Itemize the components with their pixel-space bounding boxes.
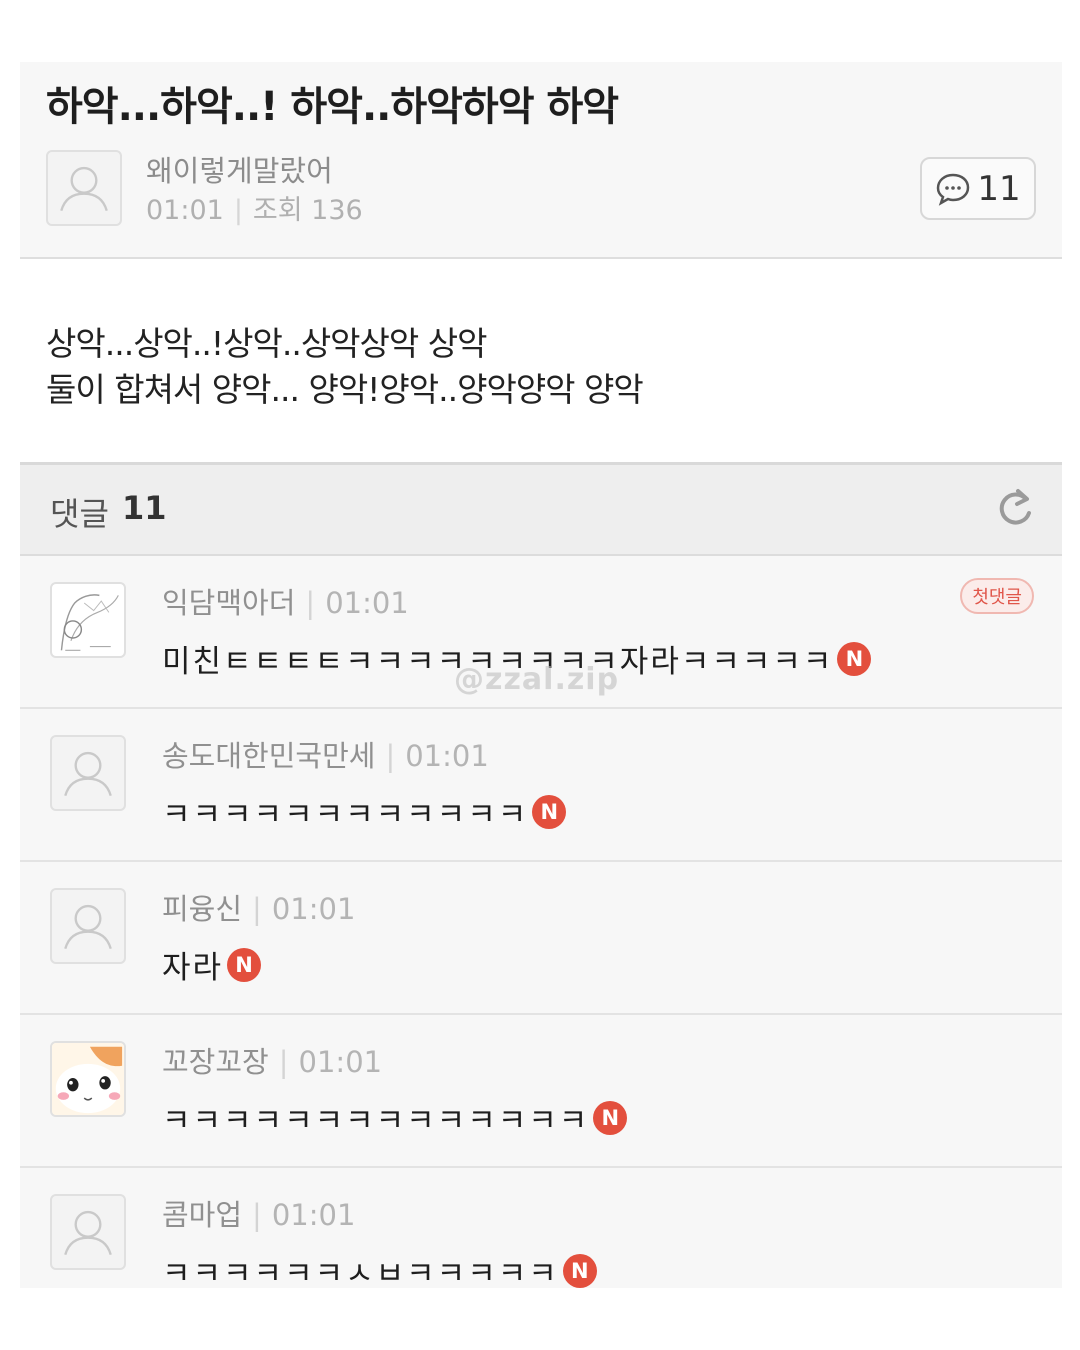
commenter-info: 송도대한민국만세 | 01:01 [162,733,489,775]
comments-header: 댓글 11 [20,462,1062,556]
comment-body: ㅋㅋㅋㅋㅋㅋㅋㅋㅋㅋㅋㅋㅋㅋ [162,1103,590,1139]
comment-text: 자라 N [162,942,262,987]
post-title: 하악...하악..! 하악..하악하악 하악 [46,84,619,130]
comment-item: 콤마업 | 01:01 ㅋㅋㅋㅋㅋㅋㅅㅂㅋㅋㅋㅋㅋ N [20,1168,1062,1288]
comment-count: 11 [977,168,1021,209]
person-silhouette-icon [64,1210,112,1256]
comment-text: ㅋㅋㅋㅋㅋㅋㅋㅋㅋㅋㅋㅋㅋㅋ N [162,1095,628,1140]
author-name[interactable]: 왜이렇게말랐어 [146,148,333,190]
refresh-icon[interactable] [996,485,1036,531]
author-avatar[interactable] [46,150,122,226]
name-divider: | [385,739,396,773]
comment-time: 01:01 [298,1045,383,1079]
commenter-info: 익담맥아더 | 01:01 [162,580,409,622]
comment-item: 피융신 | 01:01 자라 N [20,862,1062,1015]
sketch-avatar[interactable] [50,582,126,658]
post-body: 상악...상악..!상악..상악상악 상악 둘이 합쳐서 양악... 양악!양악… [20,259,1062,462]
new-badge: N [532,794,567,829]
comment-item: 꼬장꼬장 | 01:01 ㅋㅋㅋㅋㅋㅋㅋㅋㅋㅋㅋㅋㅋㅋ N [20,1015,1062,1168]
commenter-info: 피융신 | 01:01 [162,886,355,928]
commenter-name[interactable]: 익담맥아더 [162,586,295,620]
comment-time: 01:01 [405,739,489,773]
meta-divider: | [233,195,243,226]
comment-time: 01:01 [271,892,356,926]
comment-body: ㅋㅋㅋㅋㅋㅋㅋㅋㅋㅋㅋㅋ [162,797,529,833]
comments-label: 댓글 [50,495,109,533]
name-divider: | [252,1198,262,1232]
name-divider: | [305,586,316,620]
comment-count-button[interactable]: 11 [920,157,1036,220]
hamster-avatar[interactable] [50,1041,126,1117]
person-silhouette-icon [64,751,112,797]
comment-text: ㅋㅋㅋㅋㅋㅋㅅㅂㅋㅋㅋㅋㅋ N [162,1248,597,1288]
first-comment-badge: 첫댓글 [960,578,1034,614]
new-badge: N [837,641,872,676]
name-divider: | [278,1045,289,1079]
new-badge: N [227,947,262,982]
commenter-name[interactable]: 콤마업 [162,1198,242,1232]
comment-item: 송도대한민국만세 | 01:01 ㅋㅋㅋㅋㅋㅋㅋㅋㅋㅋㅋㅋ N [20,709,1062,862]
comment-body: ㅋㅋㅋㅋㅋㅋㅅㅂㅋㅋㅋㅋㅋ [162,1256,559,1288]
new-badge: N [562,1253,597,1288]
commenter-info: 꼬장꼬장 | 01:01 [162,1039,382,1081]
commenter-name[interactable]: 꼬장꼬장 [162,1045,269,1079]
person-silhouette-icon [64,904,112,950]
comment-time: 01:01 [325,586,409,620]
watermark: @zzal.zip [454,662,620,697]
commenter-info: 콤마업 | 01:01 [162,1192,355,1234]
person-silhouette-icon [60,166,108,212]
post-meta: 01:01 | 조회 136 [146,188,363,227]
post-time: 01:01 [146,195,224,226]
default-avatar[interactable] [50,888,126,964]
comment-text: ㅋㅋㅋㅋㅋㅋㅋㅋㅋㅋㅋㅋ N [162,789,567,834]
speech-bubble-icon [937,173,970,206]
default-avatar[interactable] [50,1194,126,1270]
commenter-name[interactable]: 송도대한민국만세 [162,739,375,773]
commenter-name[interactable]: 피융신 [162,892,242,926]
comments-total: 11 [122,489,167,527]
comment-time: 01:01 [271,1198,356,1232]
view-count: 조회 136 [252,195,363,226]
body-line-1: 상악...상악..!상악..상악상악 상악 [46,324,487,363]
hamster-face-icon [52,1043,124,1115]
post-header: 하악...하악..! 하악..하악하악 하악 왜이렇게말랐어 01:01 | 조회 … [20,62,1062,259]
sketch-avatar-icon [60,594,119,651]
new-badge: N [593,1100,628,1135]
default-avatar[interactable] [50,735,126,811]
name-divider: | [252,892,262,926]
comment-body: 자라 [162,950,224,986]
body-line-2: 둘이 합쳐서 양악... 양악!양악..양악양악 양악 [46,370,644,409]
